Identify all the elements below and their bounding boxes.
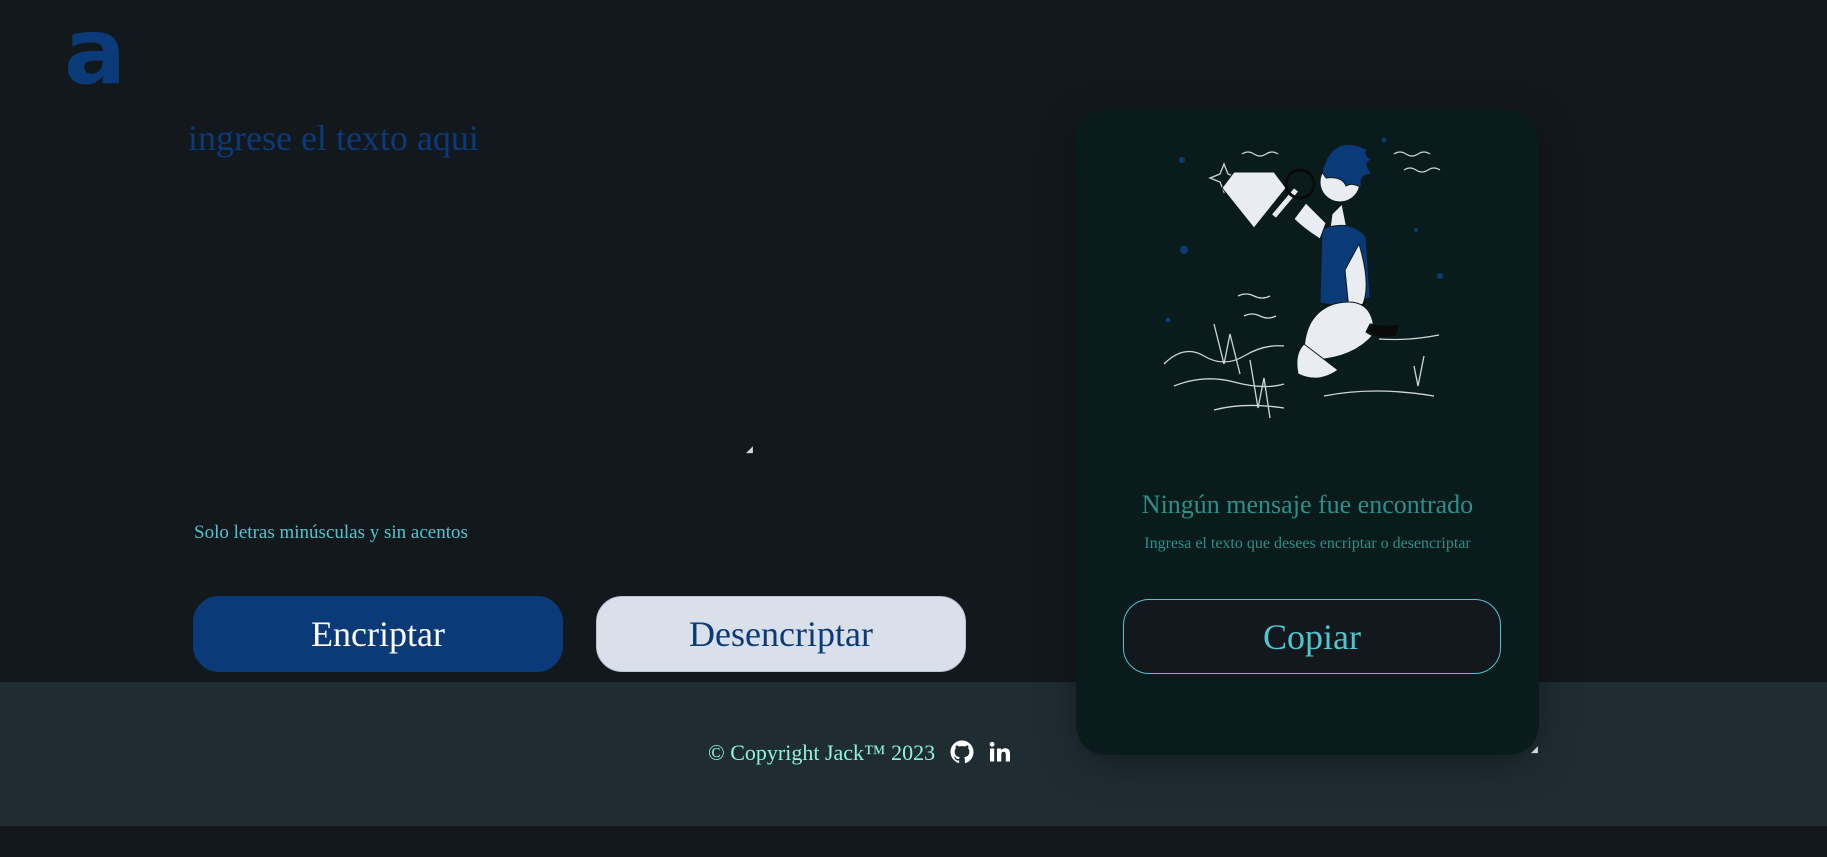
no-message-subtitle: Ingresa el texto que desees encriptar o …	[1144, 535, 1471, 552]
input-hint: Solo letras minúsculas y sin acentos	[194, 522, 468, 543]
logo: a	[64, 0, 127, 105]
resize-handle-icon[interactable]: ◢	[1531, 746, 1539, 755]
linkedin-icon[interactable]	[988, 740, 1012, 764]
copy-button[interactable]: Copiar	[1123, 599, 1501, 674]
encrypt-button[interactable]: Encriptar	[193, 596, 563, 672]
github-icon[interactable]	[950, 740, 974, 764]
resize-handle-icon[interactable]: ◢	[746, 446, 754, 455]
person-magnifier-illustration	[1163, 137, 1443, 419]
output-panel: Ningún mensaje fue encontrado Ingresa el…	[1076, 110, 1539, 755]
text-input[interactable]	[188, 117, 754, 457]
decrypt-button[interactable]: Desencriptar	[596, 596, 966, 672]
copyright-text: © Copyright Jack™ 2023	[708, 740, 936, 765]
no-message-title: Ningún mensaje fue encontrado	[1141, 490, 1474, 519]
